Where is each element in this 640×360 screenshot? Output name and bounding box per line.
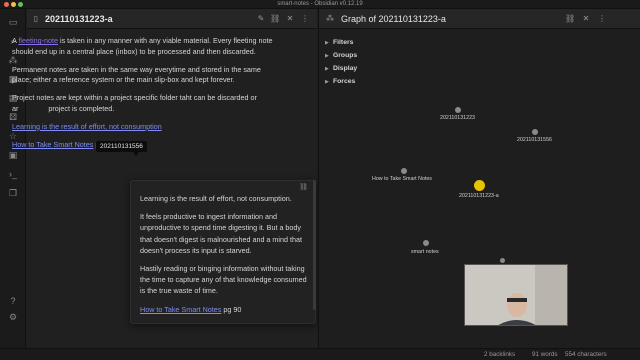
graph-icon: ⁂ (326, 14, 334, 23)
popover-content: Learning is the result of effort, not co… (140, 193, 312, 322)
paragraph-fleeting: A fleeting-note is taken in any manner w… (12, 36, 274, 58)
open-link-icon[interactable]: ⛓ (299, 183, 308, 191)
graph-settings-menu: ▶ Filters ▶ Groups ▶ Display ▶ Forces (325, 36, 385, 88)
window-title-bar: smart-notes - Obsidian v0.12.19 (0, 0, 640, 9)
source-link[interactable]: How to Take Smart Notes (12, 140, 93, 149)
graph-node[interactable] (423, 240, 429, 246)
copy-icon[interactable]: ❐ (8, 188, 18, 198)
status-bar: 2 backlinks 91 words 554 characters (0, 348, 640, 360)
terminal-icon[interactable]: ›_ (8, 169, 18, 179)
edit-icon[interactable]: ✎ (256, 13, 266, 24)
graph-node-label: 202110131556 (517, 137, 552, 143)
graph-node[interactable] (455, 107, 461, 113)
popover-source-link[interactable]: How to Take Smart Notes (140, 305, 221, 314)
link-tooltip: 202110131556 (96, 141, 147, 152)
help-icon[interactable]: ? (8, 296, 18, 306)
hover-preview-popover[interactable]: ⛓ Learning is the result of effort, not … (130, 180, 316, 324)
more-options-icon[interactable]: ⋮ (597, 13, 607, 24)
menu-label: Filters (333, 39, 354, 46)
menu-label: Forces (333, 78, 356, 85)
popover-paragraph: Hastily reading or binging information w… (140, 264, 307, 296)
graph-pane-header: ⁂ Graph of 202110131223-a ⛓ ✕ ⋮ (319, 9, 640, 29)
graph-node-label: How to Take Smart Notes (372, 176, 432, 182)
graph-node-label: 202110131223-a (459, 193, 499, 199)
tooltip-arrow (133, 152, 139, 156)
text: pg 90 (221, 304, 242, 314)
popover-source: How to Take Smart Notes pg 90 (140, 304, 312, 315)
forces-toggle[interactable]: ▶ Forces (325, 75, 385, 88)
webcam-overlay (464, 264, 568, 326)
note-pane-header: ▯ 202110131223-a ✎ ⛓ ✕ ⋮ (27, 9, 317, 29)
text: project is completed. (46, 103, 115, 113)
presenter-image (465, 265, 567, 325)
document-icon: ▯ (33, 14, 39, 23)
folder-icon[interactable]: ▭ (8, 17, 18, 27)
close-icon[interactable]: ✕ (581, 13, 591, 24)
graph-node-label: smart notes (411, 249, 439, 255)
graph-title: Graph of 202110131223-a (341, 14, 446, 24)
paragraph-project: Project notes are kept within a project … (12, 93, 274, 115)
settings-icon[interactable]: ⚙ (8, 312, 18, 322)
filters-toggle[interactable]: ▶ Filters (325, 36, 385, 49)
paragraph-permanent: Permanent notes are taken in the same wa… (12, 64, 261, 85)
character-count: 554 characters (565, 351, 607, 358)
popover-paragraph: It feels productive to ingest informatio… (140, 212, 302, 255)
note-content: A fleeting-note is taken in any manner w… (12, 36, 274, 157)
note-scrollbar[interactable] (313, 180, 316, 310)
link-icon[interactable]: ⛓ (270, 13, 280, 24)
app-title: smart-notes - Obsidian v0.12.19 (277, 1, 363, 7)
paragraph-link: Learning is the result of effort, not co… (12, 122, 274, 133)
graph-node[interactable] (500, 258, 505, 263)
more-options-icon[interactable]: ⋮ (300, 13, 310, 24)
popover-paragraph: Learning is the result of effort, not co… (140, 194, 292, 203)
graph-node-label: 202110131223 (440, 115, 475, 121)
close-icon[interactable]: ✕ (285, 13, 295, 24)
graph-node[interactable] (532, 129, 538, 135)
note-title: 202110131223-a (45, 14, 113, 24)
groups-toggle[interactable]: ▶ Groups (325, 49, 385, 62)
fleeting-note-link[interactable]: fleeting-note (18, 36, 58, 45)
menu-label: Groups (333, 52, 358, 59)
menu-label: Display (333, 65, 358, 72)
display-toggle[interactable]: ▶ Display (325, 62, 385, 75)
learning-note-link[interactable]: Learning is the result of effort, not co… (12, 122, 162, 131)
graph-node[interactable] (401, 168, 407, 174)
graph-node-active[interactable] (474, 180, 485, 191)
word-count: 91 words (532, 351, 558, 358)
caret-right-icon: ▶ (325, 79, 329, 85)
link-icon[interactable]: ⛓ (565, 13, 575, 24)
backlinks-count[interactable]: 2 backlinks (484, 349, 515, 360)
